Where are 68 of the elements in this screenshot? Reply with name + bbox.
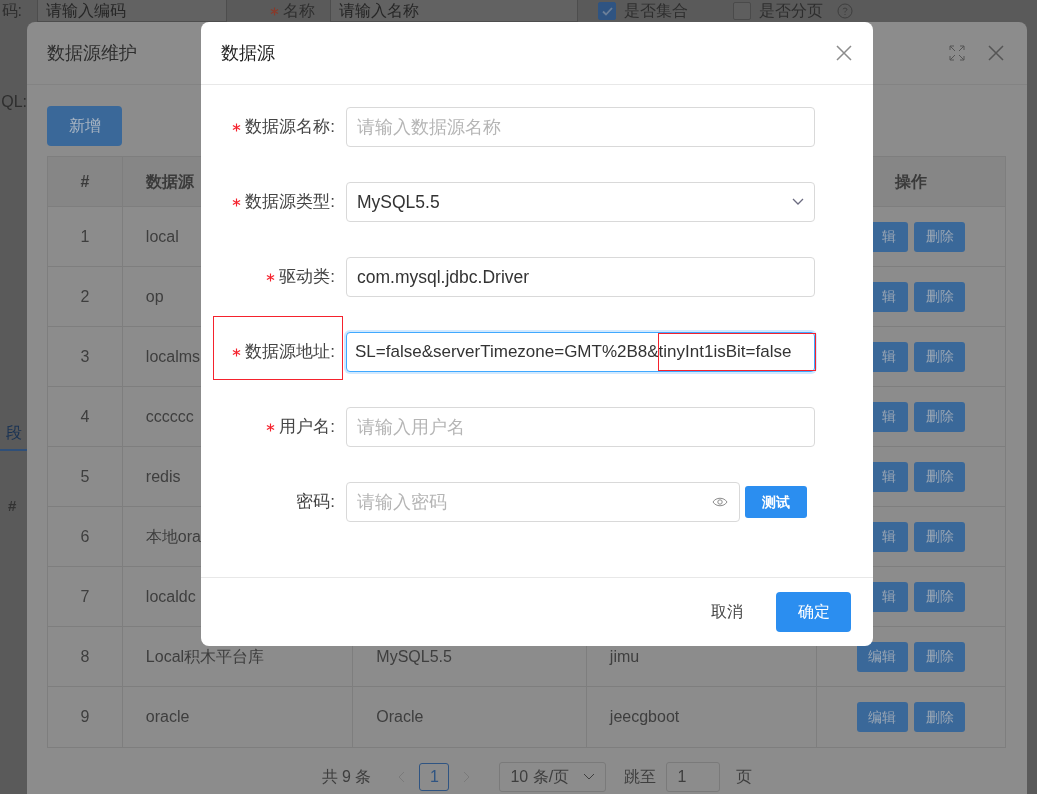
select-field[interactable]: MySQL5.5 [346, 182, 815, 222]
add-button[interactable]: 新增 [47, 106, 122, 146]
table-cell-text: cccccc [145, 406, 194, 427]
table-cell-text: 5 [80, 466, 90, 487]
ok-button[interactable]: 确定 [776, 592, 851, 632]
check-icon [601, 6, 613, 16]
field-label: 数据源地址: [245, 341, 335, 364]
delete-button[interactable]: 删除 [914, 281, 966, 312]
column-header: 数据源 [145, 171, 194, 192]
jump-label: 跳至 [624, 767, 657, 787]
test-button[interactable]: 测试 [745, 486, 807, 518]
table-cell-text: 7 [80, 586, 90, 607]
table-cell-text: 1 [80, 226, 90, 247]
table-cell-text: jeecgboot [609, 707, 680, 727]
table-cell-text: 9 [80, 707, 90, 727]
total-count: 共 9 条 [321, 767, 372, 787]
table-cell-text: 6 [80, 526, 90, 547]
table-cell-text: local [145, 226, 179, 247]
chevron-down-icon [792, 198, 804, 206]
table-cell-text: 2 [80, 286, 90, 307]
caret-icon [583, 773, 596, 781]
table-cell-text: localdc [145, 586, 196, 607]
page-input[interactable]: 1 [666, 762, 721, 792]
close-icon[interactable] [987, 44, 1005, 62]
delete-button[interactable]: 删除 [914, 341, 966, 372]
input-field[interactable]: 请输入名称 [330, 0, 578, 22]
field-label: 密码: [296, 491, 335, 514]
eye-icon[interactable] [712, 496, 728, 508]
table-cell-text: jimu [609, 646, 640, 667]
page-button[interactable]: 1 [419, 763, 450, 791]
checkbox[interactable] [598, 2, 616, 20]
edit-button[interactable]: 编辑 [857, 641, 909, 672]
dialog-title: 数据源 [221, 41, 275, 65]
delete-button[interactable]: 删除 [914, 702, 966, 732]
delete-button[interactable]: 删除 [914, 581, 966, 612]
table-cell-text: redis [145, 466, 181, 487]
input-field[interactable]: 请输入编码 [37, 0, 227, 22]
edit-button[interactable]: 编辑 [857, 702, 909, 732]
table-cell-text: oracle [145, 707, 190, 727]
table-cell-text: 3 [80, 346, 90, 367]
table-cell-text: 本地ora [145, 526, 201, 547]
delete-button[interactable]: 删除 [914, 641, 966, 672]
delete-button[interactable]: 删除 [914, 401, 966, 432]
field-label: 数据源名称: [245, 116, 335, 139]
close-icon[interactable] [835, 44, 853, 62]
page-unit: 页 [736, 767, 753, 787]
table-cell-text: Oracle [376, 707, 424, 727]
delete-button[interactable]: 删除 [914, 461, 966, 492]
table-cell-text: Local积木平台库 [145, 646, 265, 667]
table-cell-text: MySQL5.5 [376, 646, 452, 667]
column-header: 操作 [895, 171, 928, 192]
delete-button[interactable]: 删除 [914, 521, 966, 552]
cancel-button[interactable]: 取消 [711, 592, 743, 632]
table-cell-text: op [145, 286, 164, 307]
field-label: 用户名: [279, 416, 335, 439]
table-cell-text: 4 [80, 406, 90, 427]
input-field[interactable]: com.mysql.jdbc.Driver [346, 257, 815, 297]
delete-button[interactable]: 删除 [914, 221, 966, 252]
password-field[interactable]: 请输入密码 [346, 482, 740, 522]
fullscreen-icon[interactable] [949, 45, 965, 61]
table-cell-text: localms [145, 346, 201, 367]
field-label: 数据源类型: [245, 191, 335, 214]
page-size-select[interactable]: 10 条/页 [499, 762, 607, 792]
column-header: # [80, 171, 90, 192]
dialog-title: 数据源维护 [47, 41, 137, 65]
field-label: 驱动类: [279, 266, 335, 289]
table-cell-text: 8 [80, 646, 90, 667]
column-header: # [8, 496, 18, 516]
